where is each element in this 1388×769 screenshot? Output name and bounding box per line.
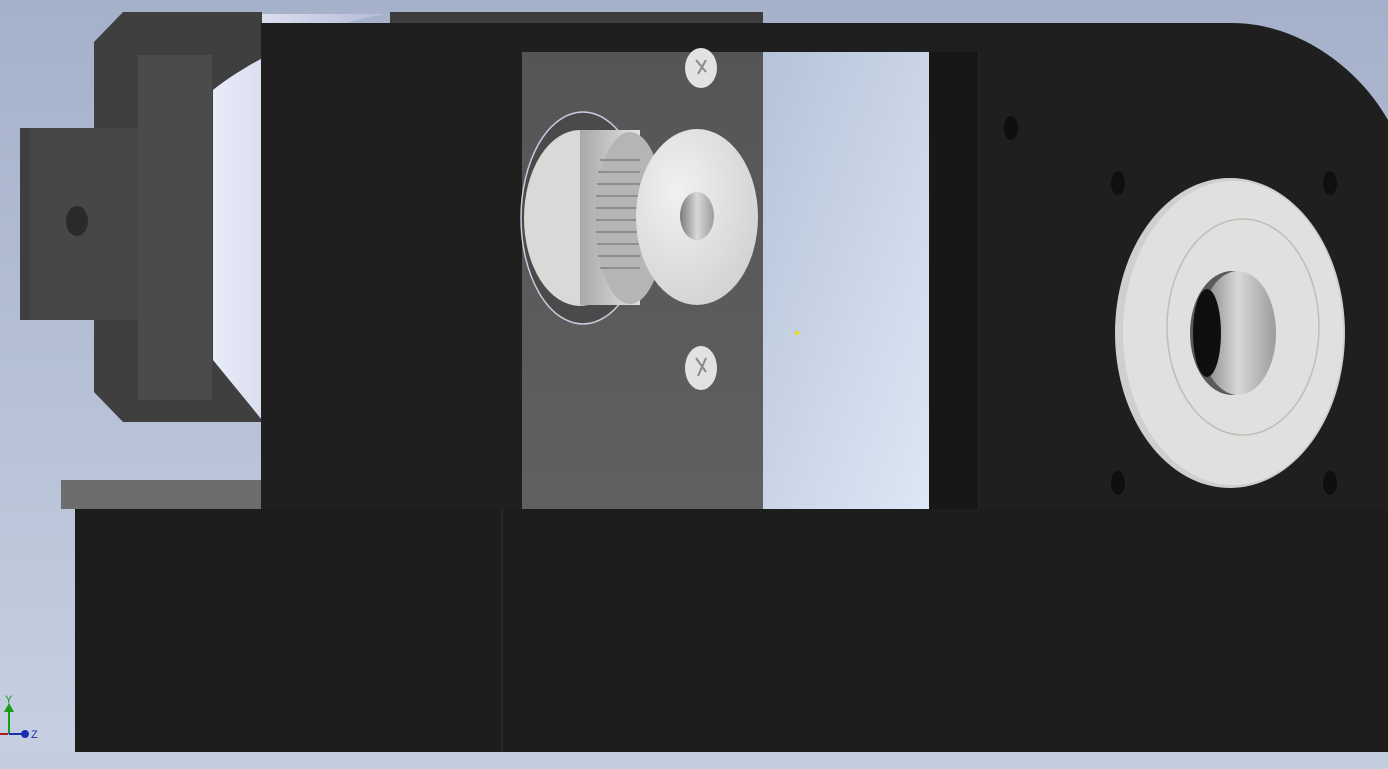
flange-bearing[interactable]: [1115, 178, 1345, 488]
origin-marker: [795, 331, 799, 335]
triad-y-label: Y: [5, 694, 13, 706]
plate-hole-3: [1323, 171, 1337, 195]
cad-viewport[interactable]: Y Z: [0, 0, 1388, 769]
motor-step-face: [138, 55, 212, 400]
screw-bottom[interactable]: [685, 346, 717, 390]
timing-pulley[interactable]: [520, 111, 758, 325]
base-strip: [61, 480, 271, 509]
plate-lower-section: [75, 509, 1388, 752]
pulley-bore: [680, 192, 714, 240]
triad-z-arrow: [21, 730, 29, 738]
window-shadow-edge: [929, 52, 978, 509]
triad-z-label: Z: [31, 729, 38, 741]
plate-window: [763, 52, 929, 509]
plate-hole-4: [1111, 471, 1125, 495]
plate-hole-1: [1004, 116, 1018, 140]
plate-hole-2: [1111, 171, 1125, 195]
viewport-bottom-edge: [0, 752, 1388, 769]
motor-ear-hole: [66, 206, 88, 236]
model-scene[interactable]: Y Z: [0, 0, 1388, 769]
screw-top[interactable]: [685, 48, 717, 88]
plate-hole-5: [1323, 471, 1337, 495]
bearing-bore-inner: [1193, 289, 1221, 377]
